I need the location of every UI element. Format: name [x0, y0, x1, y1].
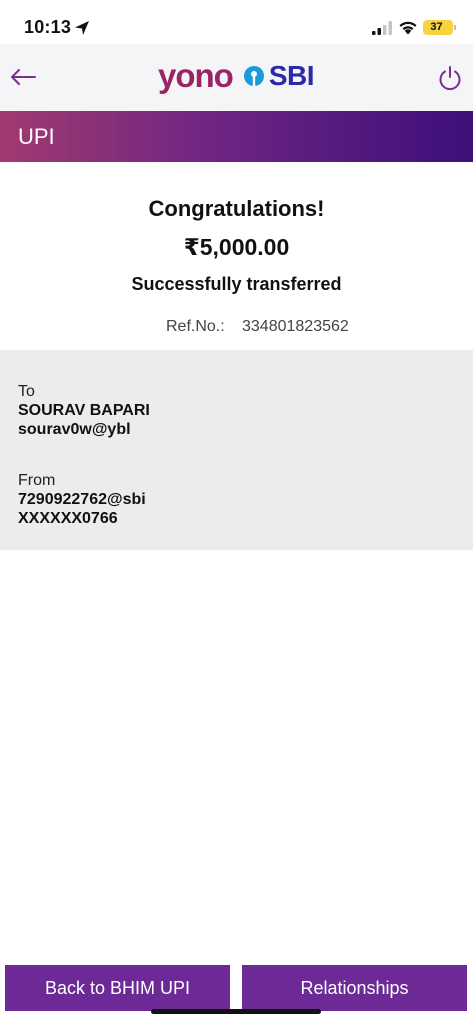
yono-sbi-logo: yono SBI	[158, 56, 315, 96]
app-header: yono SBI	[0, 44, 473, 111]
success-message: Successfully transferred	[131, 274, 342, 294]
battery-icon: 37	[423, 20, 453, 35]
transfer-details: To SOURAV BAPARI sourav0w@ybl From 72909…	[0, 350, 473, 550]
status-time: 10:13	[24, 17, 72, 37]
battery-level: 37	[430, 21, 443, 33]
location-arrow-icon	[75, 21, 89, 35]
from-label: From	[18, 472, 56, 489]
payee-vpa: sourav0w@ybl	[18, 421, 131, 438]
power-icon[interactable]	[436, 64, 464, 92]
brand-sbi: SBI	[268, 60, 315, 91]
transfer-amount: ₹5,000.00	[183, 234, 290, 260]
section-title: UPI	[18, 124, 55, 149]
sbi-keyhole-icon	[243, 66, 264, 86]
payee-name: SOURAV BAPARI	[18, 402, 150, 419]
back-to-bhim-upi-button[interactable]: Back to BHIM UPI	[5, 965, 230, 1011]
payer-account: XXXXXX0766	[18, 510, 118, 527]
home-indicator[interactable]	[151, 1009, 321, 1014]
brand-yono: yono	[158, 57, 234, 94]
relationships-button[interactable]: Relationships	[242, 965, 467, 1011]
status-bar: 10:13 37	[0, 0, 473, 44]
reference-label: Ref.No.:	[166, 318, 225, 335]
cellular-signal-icon	[372, 21, 392, 35]
wifi-icon	[399, 21, 417, 35]
payer-vpa: 7290922762@sbi	[18, 491, 146, 508]
reference-number: 334801823562	[242, 318, 349, 335]
transfer-summary: Congratulations! ₹5,000.00 Successfully …	[0, 162, 473, 350]
success-heading: Congratulations!	[148, 196, 325, 221]
back-arrow-icon[interactable]	[8, 62, 38, 92]
to-label: To	[18, 383, 35, 400]
battery-cap	[454, 25, 456, 30]
section-header: UPI	[0, 111, 473, 162]
